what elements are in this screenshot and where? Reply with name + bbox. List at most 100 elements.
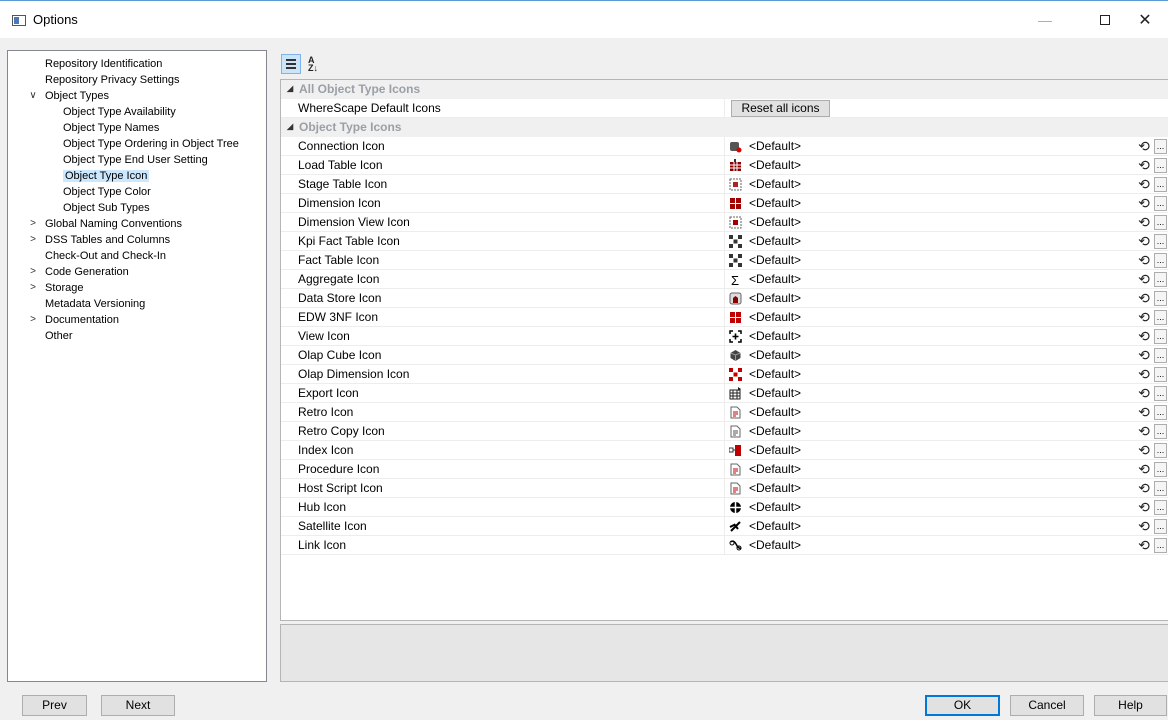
property-row[interactable]: Retro Icon <Default> ⟲... [281, 403, 1168, 422]
reset-icon[interactable]: ⟲ [1137, 443, 1151, 457]
property-value[interactable]: <Default> ⟲... [724, 308, 1168, 327]
help-button[interactable]: Help [1094, 695, 1167, 716]
reset-icon[interactable]: ⟲ [1137, 500, 1151, 514]
reset-icon[interactable]: ⟲ [1137, 348, 1151, 362]
tree-item[interactable]: Metadata Versioning [45, 296, 145, 312]
collapse-triangle-icon[interactable]: ◢ [287, 84, 293, 93]
reset-icon[interactable]: ⟲ [1137, 215, 1151, 229]
property-row[interactable]: Load Table Icon <Default> ⟲... [281, 156, 1168, 175]
property-row[interactable]: Export Icon <Default> ⟲... [281, 384, 1168, 403]
tree-item[interactable]: Object Type Color [63, 184, 151, 200]
property-value[interactable]: <Default> ⟲... [724, 479, 1168, 498]
reset-icon[interactable]: ⟲ [1137, 367, 1151, 381]
property-value[interactable]: Σ <Default> ⟲... [724, 270, 1168, 289]
reset-icon[interactable]: ⟲ [1137, 253, 1151, 267]
property-row[interactable]: Dimension Icon <Default> ⟲... [281, 194, 1168, 213]
property-row[interactable]: Satellite Icon <Default> ⟲... [281, 517, 1168, 536]
reset-icon[interactable]: ⟲ [1137, 386, 1151, 400]
property-row[interactable]: Data Store Icon <Default> ⟲... [281, 289, 1168, 308]
chevron-right-icon[interactable]: > [27, 264, 39, 280]
chevron-right-icon[interactable]: > [27, 216, 39, 232]
browse-button[interactable]: ... [1154, 386, 1167, 401]
prev-button[interactable]: Prev [22, 695, 87, 716]
property-value[interactable]: <Default> ⟲... [724, 289, 1168, 308]
property-value[interactable]: <Default> ⟲... [724, 517, 1168, 536]
property-value[interactable]: <Default> ⟲... [724, 251, 1168, 270]
close-button[interactable]: ✕ [1122, 1, 1168, 39]
property-value[interactable]: <Default> ⟲... [724, 365, 1168, 384]
property-row[interactable]: Olap Dimension Icon <Default> ⟲... [281, 365, 1168, 384]
property-value[interactable]: <Default> ⟲... [724, 403, 1168, 422]
property-value[interactable]: <Default> ⟲... [724, 536, 1168, 555]
property-value[interactable]: <Default> ⟲... [724, 460, 1168, 479]
property-value[interactable]: <Default> ⟲... [724, 327, 1168, 346]
reset-icon[interactable]: ⟲ [1137, 481, 1151, 495]
property-value[interactable]: <Default> ⟲... [724, 384, 1168, 403]
tree-item[interactable]: Other [45, 328, 73, 344]
browse-button[interactable]: ... [1154, 310, 1167, 325]
browse-button[interactable]: ... [1154, 215, 1167, 230]
property-value[interactable]: <Default> ⟲... [724, 232, 1168, 251]
property-value[interactable]: <Default> ⟲... [724, 346, 1168, 365]
property-row[interactable]: Olap Cube Icon <Default> ⟲... [281, 346, 1168, 365]
property-row[interactable]: Host Script Icon <Default> ⟲... [281, 479, 1168, 498]
browse-button[interactable]: ... [1154, 462, 1167, 477]
browse-button[interactable]: ... [1154, 538, 1167, 553]
tree-item[interactable]: Object Type Availability [63, 104, 176, 120]
property-value[interactable]: <Default> ⟲... [724, 441, 1168, 460]
tree-item[interactable]: Object Type Icon [63, 168, 150, 184]
property-value[interactable]: <Default> ⟲... [724, 156, 1168, 175]
reset-icon[interactable]: ⟲ [1137, 234, 1151, 248]
property-row[interactable]: Index Icon <Default> ⟲... [281, 441, 1168, 460]
browse-button[interactable]: ... [1154, 500, 1167, 515]
reset-icon[interactable]: ⟲ [1137, 272, 1151, 286]
browse-button[interactable]: ... [1154, 424, 1167, 439]
category-all-object-type-icons[interactable]: ◢ All Object Type Icons [281, 80, 1168, 99]
browse-button[interactable]: ... [1154, 291, 1167, 306]
tree-item[interactable]: Object Type Names [63, 120, 159, 136]
tree-item[interactable]: Repository Identification [45, 56, 162, 72]
property-row[interactable]: Connection Icon <Default> ⟲... [281, 137, 1168, 156]
tree-item[interactable]: > Global Naming Conventions [30, 216, 182, 232]
minimize-button[interactable]: — [1022, 1, 1068, 39]
next-button[interactable]: Next [101, 695, 175, 716]
reset-icon[interactable]: ⟲ [1137, 291, 1151, 305]
tree-item[interactable]: Object Type End User Setting [63, 152, 208, 168]
tree-item[interactable]: > Storage [30, 280, 83, 296]
browse-button[interactable]: ... [1154, 253, 1167, 268]
tree-item[interactable]: > DSS Tables and Columns [30, 232, 170, 248]
tree-item[interactable]: > Code Generation [30, 264, 129, 280]
category-object-type-icons[interactable]: ◢ Object Type Icons [281, 118, 1168, 137]
reset-icon[interactable]: ⟲ [1137, 310, 1151, 324]
categorized-view-button[interactable] [281, 54, 301, 74]
chevron-right-icon[interactable]: > [27, 312, 39, 328]
property-row[interactable]: EDW 3NF Icon <Default> ⟲... [281, 308, 1168, 327]
property-value[interactable]: <Default> ⟲... [724, 498, 1168, 517]
reset-icon[interactable]: ⟲ [1137, 177, 1151, 191]
property-row[interactable]: Dimension View Icon <Default> ⟲... [281, 213, 1168, 232]
options-tree[interactable]: Repository Identification Repository Priv… [7, 50, 267, 682]
property-row[interactable]: Retro Copy Icon <Default> ⟲... [281, 422, 1168, 441]
reset-icon[interactable]: ⟲ [1137, 329, 1151, 343]
browse-button[interactable]: ... [1154, 348, 1167, 363]
tree-item[interactable]: Check-Out and Check-In [45, 248, 166, 264]
property-value[interactable]: <Default> ⟲... [724, 137, 1168, 156]
browse-button[interactable]: ... [1154, 519, 1167, 534]
property-row[interactable]: Fact Table Icon <Default> ⟲... [281, 251, 1168, 270]
browse-button[interactable]: ... [1154, 481, 1167, 496]
reset-icon[interactable]: ⟲ [1137, 196, 1151, 210]
tree-item[interactable]: > Documentation [30, 312, 119, 328]
browse-button[interactable]: ... [1154, 329, 1167, 344]
property-row[interactable]: Stage Table Icon <Default> ⟲... [281, 175, 1168, 194]
property-row[interactable]: Hub Icon <Default> ⟲... [281, 498, 1168, 517]
tree-item[interactable]: Object Type Ordering in Object Tree [63, 136, 239, 152]
browse-button[interactable]: ... [1154, 158, 1167, 173]
cancel-button[interactable]: Cancel [1010, 695, 1084, 716]
reset-all-icons-button[interactable]: Reset all icons [731, 100, 830, 117]
browse-button[interactable]: ... [1154, 367, 1167, 382]
alphabetical-sort-button[interactable]: A Z↓ [303, 54, 323, 74]
collapse-triangle-icon[interactable]: ◢ [287, 122, 293, 131]
tree-item[interactable]: ∨ Object Types [29, 88, 109, 104]
reset-icon[interactable]: ⟲ [1137, 462, 1151, 476]
browse-button[interactable]: ... [1154, 443, 1167, 458]
